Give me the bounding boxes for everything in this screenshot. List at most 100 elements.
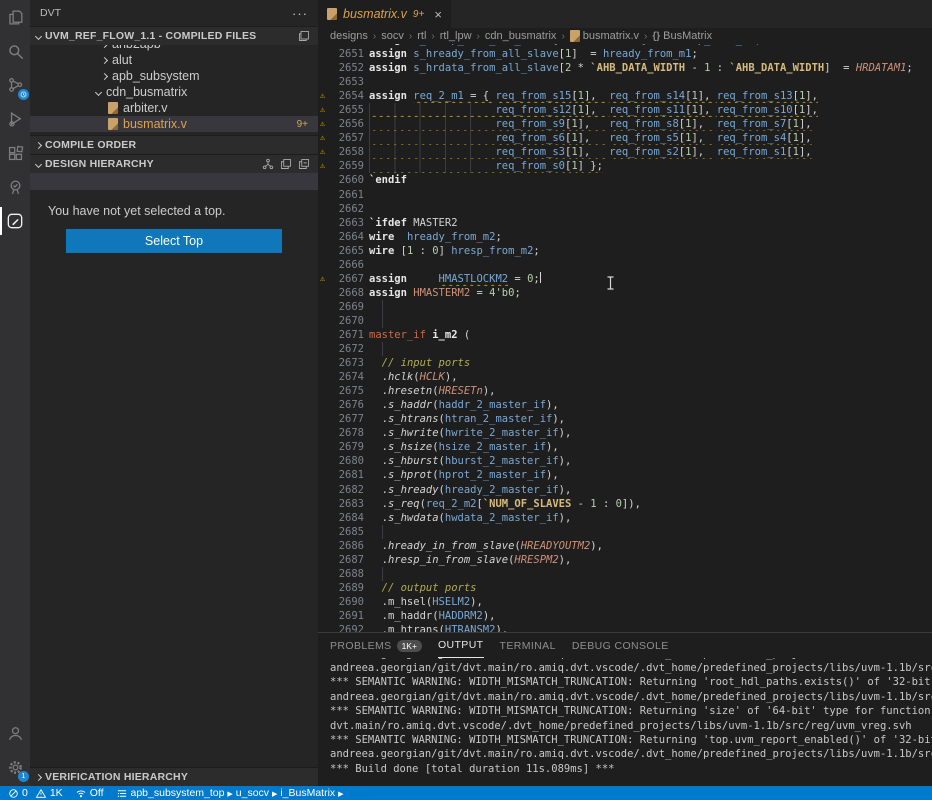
breadcrumb-item-socv[interactable]: socv — [381, 30, 404, 42]
account-icon[interactable] — [0, 716, 30, 750]
code-line-2688[interactable]: 2688 — [318, 567, 932, 581]
code-line-2676[interactable]: 2676 .s_haddr(haddr_2_master_if), — [318, 398, 932, 412]
code-line-2665[interactable]: 2665wire [1 : 0] hresp_from_m2; — [318, 244, 932, 258]
code-line-2660[interactable]: 2660`endif — [318, 173, 932, 187]
section-design-hierarchy[interactable]: DESIGN HIERARCHY — [30, 154, 318, 173]
code-line-2656[interactable]: ⚠2656 req_from_s9[1], req_from_s8[1], re… — [318, 117, 932, 131]
code-line-2667[interactable]: ⚠2667assign HMASTLOCKM2 = 0; — [318, 272, 932, 286]
code-line-2653[interactable]: 2653 — [318, 75, 932, 89]
tab-busmatrix[interactable]: busmatrix.v 9+ × — [318, 0, 451, 28]
tree-item-alut[interactable]: alut — [30, 52, 318, 68]
dvt-server-status[interactable]: Off — [75, 787, 104, 799]
breadcrumb-item-rtl_lpw[interactable]: rtl_lpw — [440, 30, 472, 42]
code-line-2662[interactable]: 2662 — [318, 202, 932, 216]
tree-item-cdn_busmatrix[interactable]: cdn_busmatrix — [30, 84, 318, 100]
section-compiled-files[interactable]: UVM_REF_FLOW_1.1 - COMPILED FILES — [30, 26, 318, 45]
code-line-2666[interactable]: 2666 — [318, 258, 932, 272]
panel-tab-problems[interactable]: PROBLEMS1K+ — [330, 633, 422, 658]
line-number: 2668 — [330, 286, 364, 300]
extensions-icon[interactable] — [0, 136, 30, 170]
settings-gear-icon[interactable]: 1 — [0, 750, 30, 784]
chevron-down-icon — [35, 32, 42, 39]
code-line-2658[interactable]: ⚠2658 req_from_s3[1], req_from_s2[1], re… — [318, 145, 932, 159]
dvt-panel-icon[interactable] — [0, 204, 30, 238]
code-line-2680[interactable]: 2680 .s_hburst(hburst_2_master_if), — [318, 454, 932, 468]
select-top-button[interactable]: Select Top — [66, 229, 282, 253]
copy-icon[interactable] — [280, 158, 292, 170]
code-line-2652[interactable]: 2652assign s_hrdata_from_all_slave[2 * `… — [318, 61, 932, 75]
gutter — [318, 553, 330, 567]
breadcrumb-item-cdn_busmatrix[interactable]: cdn_busmatrix — [485, 30, 557, 42]
code-line-2687[interactable]: 2687 .hresp_in_from_slave(HRESPM2), — [318, 553, 932, 567]
code-line-2663[interactable]: 2663`ifdef MASTER2 — [318, 216, 932, 230]
panel-tab-output[interactable]: OUTPUT — [438, 633, 484, 658]
gutter — [318, 173, 330, 187]
hierarchy-path[interactable]: apb_subsystem_top ▶ u_socv ▶ i_BusMatrix… — [116, 787, 345, 799]
panel-tab-terminal[interactable]: TERMINAL — [500, 633, 556, 658]
code-line-2655[interactable]: ⚠2655 req_from_s12[1], req_from_s11[1], … — [318, 103, 932, 117]
section-verification-hierarchy[interactable]: VERIFICATION HIERARCHY — [30, 767, 318, 786]
code-line-2678[interactable]: 2678 .s_hwrite(hwrite_2_master_if), — [318, 426, 932, 440]
line-number: 2685 — [330, 525, 364, 539]
search-icon[interactable] — [0, 34, 30, 68]
breadcrumb-item-BusMatrix[interactable]: {}BusMatrix — [652, 30, 712, 42]
code-line-2664[interactable]: 2664wire hready_from_m2; — [318, 230, 932, 244]
code-line-2671[interactable]: 2671master_if i_m2 ( — [318, 328, 932, 342]
code-line-2686[interactable]: 2686 .hready_in_from_slave(HREADYOUTM2), — [318, 539, 932, 553]
output-log[interactable]: andreea.georgian/git/dvt.main/ro.amiq.dv… — [318, 658, 932, 787]
code-editor[interactable]: 2650assign s_hresp_from_all_slave[2 * 2 … — [318, 44, 932, 632]
type-hierarchy-icon[interactable] — [262, 158, 274, 170]
code-line-2654[interactable]: ⚠2654assign req_2_m1 = { req_from_s15[1]… — [318, 89, 932, 103]
problems-status[interactable]: 0 1K — [8, 787, 63, 799]
section-compiled-files-label: UVM_REF_FLOW_1.1 - COMPILED FILES — [45, 30, 256, 42]
breadcrumb-item-busmatrix-v[interactable]: busmatrix.v — [570, 30, 639, 42]
sidebar-title: DVT — [40, 7, 61, 19]
breadcrumb-item-rtl[interactable]: rtl — [417, 30, 426, 42]
code-line-2690[interactable]: 2690 .m_hsel(HSELM2), — [318, 595, 932, 609]
collapse-all-icon[interactable] — [298, 158, 310, 170]
tree-item-ahb2apb[interactable]: ahb2apb — [30, 45, 318, 52]
code-line-2677[interactable]: 2677 .s_htrans(htran_2_master_if), — [318, 412, 932, 426]
close-icon[interactable]: × — [434, 7, 442, 22]
gutter — [318, 216, 330, 230]
code-line-2675[interactable]: 2675 .hresetn(HRESETn), — [318, 384, 932, 398]
tree-item-arbiter-v[interactable]: arbiter.v — [30, 100, 318, 116]
code-line-2672[interactable]: 2672 — [318, 342, 932, 356]
code-line-2683[interactable]: 2683 .s_req(req_2_m2[`NUM_OF_SLAVES - 1 … — [318, 497, 932, 511]
collapse-all-icon[interactable] — [298, 30, 310, 42]
problems-count-badge: 9+ — [297, 119, 308, 130]
panel-tab-label: OUTPUT — [438, 639, 484, 651]
warning-count: 1K — [50, 787, 63, 799]
panel-tab-debug-console[interactable]: DEBUG CONSOLE — [572, 633, 669, 658]
code-line-2673[interactable]: 2673 // input ports — [318, 356, 932, 370]
code-line-2669[interactable]: 2669 — [318, 300, 932, 314]
verify-icon[interactable] — [0, 170, 30, 204]
code-line-content: .m_haddr(HADDRM2), — [364, 609, 932, 623]
code-line-2692[interactable]: 2692 .m_htrans(HTRANSM2), — [318, 623, 932, 632]
code-line-2657[interactable]: ⚠2657 req_from_s6[1], req_from_s5[1], re… — [318, 131, 932, 145]
code-line-2681[interactable]: 2681 .s_hprot(hprot_2_master_if), — [318, 468, 932, 482]
explorer-icon[interactable] — [0, 0, 30, 34]
code-line-2685[interactable]: 2685 — [318, 525, 932, 539]
connections-icon[interactable] — [0, 68, 30, 102]
section-compile-order[interactable]: COMPILE ORDER — [30, 135, 318, 154]
code-line-2668[interactable]: 2668assign HMASTERM2 = 4'b0; — [318, 286, 932, 300]
code-line-2661[interactable]: 2661 — [318, 188, 932, 202]
code-line-2684[interactable]: 2684 .s_hwdata(hwdata_2_master_if), — [318, 511, 932, 525]
code-line-2659[interactable]: ⚠2659 req_from_s0[1] }; — [318, 159, 932, 173]
run-debug-icon[interactable] — [0, 102, 30, 136]
gutter — [318, 398, 330, 412]
code-line-2691[interactable]: 2691 .m_haddr(HADDRM2), — [318, 609, 932, 623]
code-line-2670[interactable]: 2670 — [318, 314, 932, 328]
code-line-2682[interactable]: 2682 .s_hready(hready_2_master_if), — [318, 483, 932, 497]
tree-item-busmatrix-v[interactable]: busmatrix.v9+ — [30, 116, 318, 132]
code-line-2679[interactable]: 2679 .s_hsize(hsize_2_master_if), — [318, 440, 932, 454]
code-line-content: assign HMASTERM2 = 4'b0; — [364, 286, 932, 300]
tree-item-apb_subsystem[interactable]: apb_subsystem — [30, 68, 318, 84]
code-line-2689[interactable]: 2689 // output ports — [318, 581, 932, 595]
code-line-2651[interactable]: 2651assign s_hready_from_all_slave[1] = … — [318, 47, 932, 61]
code-line-2674[interactable]: 2674 .hclk(HCLK), — [318, 370, 932, 384]
more-actions-icon[interactable]: ··· — [292, 6, 308, 21]
breadcrumb-item-designs[interactable]: designs — [330, 30, 368, 42]
design-hierarchy-empty-row[interactable] — [30, 173, 318, 190]
